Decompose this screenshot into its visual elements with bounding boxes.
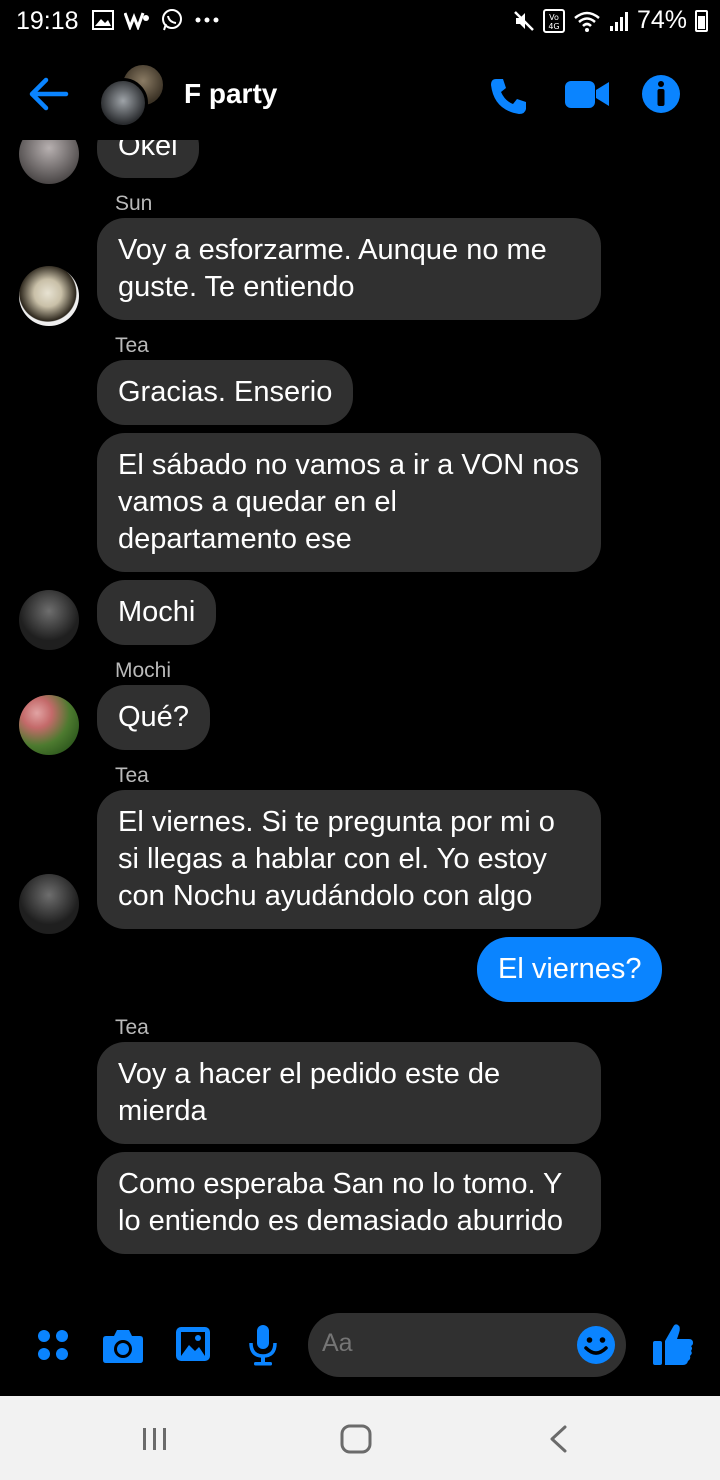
chat-title[interactable]: F party	[184, 78, 277, 110]
message-bubble[interactable]: Mochi	[97, 580, 217, 645]
avatar[interactable]	[19, 695, 79, 755]
avatar[interactable]	[19, 590, 79, 650]
image-icon[interactable]	[175, 1326, 211, 1362]
message-bubble[interactable]: Voy a esforzarme. Aunque no me guste. Te…	[97, 218, 601, 320]
message-bubble[interactable]: El viernes. Si te pregunta por mi o si l…	[97, 790, 601, 929]
message-bubble[interactable]: El sábado no vamos a ir a VON nos vamos …	[97, 433, 601, 572]
message-input-container[interactable]	[308, 1313, 626, 1377]
sender-name: Tea	[115, 764, 149, 787]
message-bubble[interactable]: Como esperaba San no lo tomo. Y lo entie…	[97, 1152, 601, 1254]
sender-name: Sun	[115, 192, 153, 215]
gallery-icon	[92, 10, 114, 30]
video-icon[interactable]	[564, 76, 610, 112]
volte-4g-icon: Vo4G	[542, 8, 565, 33]
battery-percent: 74%	[636, 6, 687, 34]
sender-name: Mochi	[115, 659, 172, 682]
phone-icon[interactable]	[488, 76, 528, 116]
svg-text:Vo: Vo	[549, 13, 559, 22]
system-nav-bar	[0, 1396, 720, 1480]
battery-icon	[695, 9, 708, 32]
signal-icon	[609, 11, 628, 31]
my-message-bubble[interactable]: El viernes?	[477, 937, 663, 1002]
message-bubble[interactable]: Okei	[97, 140, 199, 178]
avatar[interactable]	[19, 266, 79, 326]
wifi-icon	[574, 11, 600, 32]
message-input[interactable]	[322, 1329, 562, 1358]
sender-name: Tea	[115, 334, 149, 357]
message-composer	[0, 1310, 720, 1396]
recents-icon[interactable]	[140, 1426, 170, 1452]
thumbs-up-icon[interactable]	[652, 1322, 694, 1366]
avatar	[98, 78, 148, 128]
message-bubble[interactable]: Gracias. Enserio	[97, 360, 354, 425]
emoji-icon[interactable]	[576, 1325, 616, 1365]
camera-icon[interactable]	[102, 1328, 144, 1364]
w-app-icon	[124, 12, 149, 30]
sender-name: Tea	[115, 1016, 149, 1039]
status-time: 19:18	[16, 7, 79, 35]
whatsapp-icon	[162, 9, 182, 31]
message-list[interactable]: Okei Sun Voy a esforzarme. Aunque no me …	[0, 140, 720, 1310]
chat-header: F party	[0, 44, 720, 140]
info-icon[interactable]	[641, 74, 681, 114]
group-avatar[interactable]	[98, 62, 172, 128]
apps-icon[interactable]	[36, 1328, 70, 1362]
back-arrow-icon[interactable]	[26, 72, 70, 116]
home-icon[interactable]	[340, 1424, 372, 1454]
back-icon[interactable]	[546, 1424, 570, 1454]
avatar[interactable]	[19, 140, 79, 184]
microphone-icon[interactable]	[248, 1324, 278, 1366]
mute-icon	[514, 10, 534, 31]
message-bubble[interactable]: Qué?	[97, 685, 210, 750]
more-dots-icon	[195, 17, 219, 23]
message-bubble[interactable]: Voy a hacer el pedido este de mierda	[97, 1042, 601, 1144]
status-bar: 19:18 Vo 4G 74%	[0, 0, 720, 44]
avatar[interactable]	[19, 874, 79, 934]
svg-text:4G: 4G	[548, 22, 559, 31]
